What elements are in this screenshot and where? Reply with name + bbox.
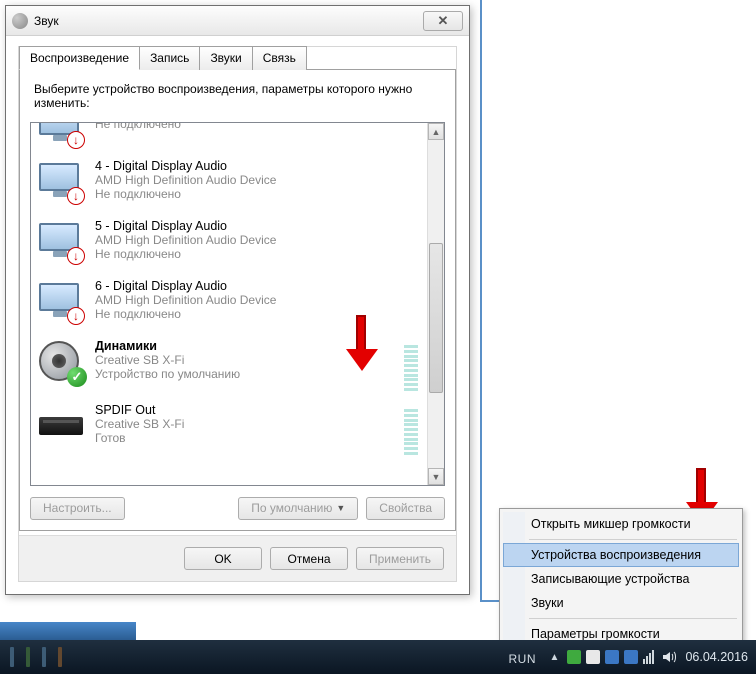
device-text: 4 - Digital Display AudioAMD High Defini… <box>95 159 418 201</box>
tray-context-menu: Открыть микшер громкости Устройства воспр… <box>499 508 743 650</box>
unplugged-badge-icon <box>67 307 85 325</box>
taskbar-item[interactable] <box>26 647 30 667</box>
dialog-button-row: OK Отмена Применить <box>19 535 456 581</box>
language-indicator[interactable]: RUN <box>509 652 537 666</box>
menu-separator <box>529 539 737 540</box>
device-status: Не подключено <box>95 307 418 321</box>
device-name: 5 - Digital Display Audio <box>95 219 418 233</box>
tab-strip: Воспроизведение Запись Звуки Связь <box>19 46 456 70</box>
menu-item[interactable]: Звуки <box>503 591 739 615</box>
tray-app-icon[interactable] <box>605 650 619 664</box>
unplugged-badge-icon <box>67 131 85 149</box>
apply-button[interactable]: Применить <box>356 547 444 570</box>
device-list: AMD High Definition Audio DeviceНе подкл… <box>30 122 445 486</box>
tray-app-icon[interactable] <box>586 650 600 664</box>
device-item[interactable]: SPDIF OutCreative SB X-FiГотов <box>31 397 426 461</box>
device-description: AMD High Definition Audio Device <box>95 233 418 247</box>
set-default-label: По умолчанию <box>251 501 332 515</box>
device-name: SPDIF Out <box>95 403 398 417</box>
spdif-icon <box>39 403 83 447</box>
device-text: 5 - Digital Display AudioAMD High Defini… <box>95 219 418 261</box>
taskbar-item[interactable] <box>10 647 14 667</box>
unplugged-badge-icon <box>67 247 85 265</box>
level-meter <box>404 345 418 391</box>
device-status: Не подключено <box>95 187 418 201</box>
unplugged-badge-icon <box>67 187 85 205</box>
device-text: AMD High Definition Audio DeviceНе подкл… <box>95 123 418 131</box>
device-name: Динамики <box>95 339 398 353</box>
device-description: AMD High Definition Audio Device <box>95 293 418 307</box>
scrollbar[interactable]: ▲ ▼ <box>427 123 444 485</box>
sound-icon <box>12 13 28 29</box>
tab-playback[interactable]: Воспроизведение <box>19 46 140 70</box>
device-description: Creative SB X-Fi <box>95 353 398 367</box>
cancel-button[interactable]: Отмена <box>270 547 348 570</box>
monitor-icon <box>39 279 83 323</box>
device-text: SPDIF OutCreative SB X-FiГотов <box>95 403 398 445</box>
tab-communications[interactable]: Связь <box>252 46 307 70</box>
tray-app-icon[interactable] <box>567 650 581 664</box>
taskbar-item[interactable] <box>58 647 62 667</box>
show-hidden-icons[interactable]: ▲ <box>550 652 560 663</box>
scroll-thumb[interactable] <box>429 243 443 393</box>
close-button[interactable]: ✕ <box>423 11 463 31</box>
device-text: 6 - Digital Display AudioAMD High Defini… <box>95 279 418 321</box>
device-item[interactable]: 5 - Digital Display AudioAMD High Defini… <box>31 213 426 273</box>
menu-separator <box>529 618 737 619</box>
device-text: ДинамикиCreative SB X-FiУстройство по ум… <box>95 339 398 381</box>
monitor-icon <box>39 159 83 203</box>
device-status: Готов <box>95 431 398 445</box>
device-status: Не подключено <box>95 123 418 131</box>
device-description: AMD High Definition Audio Device <box>95 173 418 187</box>
set-default-button[interactable]: По умолчанию ▼ <box>238 497 358 520</box>
sound-dialog: Звук ✕ Воспроизведение Запись Звуки Связ… <box>5 5 470 595</box>
device-item[interactable]: 4 - Digital Display AudioAMD High Defini… <box>31 153 426 213</box>
device-item[interactable]: AMD High Definition Audio DeviceНе подкл… <box>31 123 426 153</box>
volume-icon[interactable] <box>662 650 676 664</box>
dropdown-caret-icon: ▼ <box>336 503 345 513</box>
speaker-icon: ✓ <box>39 339 83 383</box>
default-badge-icon: ✓ <box>67 367 87 387</box>
properties-button[interactable]: Свойства <box>366 497 445 520</box>
monitor-icon <box>39 123 83 147</box>
scroll-up-button[interactable]: ▲ <box>428 123 444 140</box>
tab-recording[interactable]: Запись <box>139 46 200 70</box>
desktop-area <box>0 622 136 640</box>
scroll-down-button[interactable]: ▼ <box>428 468 444 485</box>
device-name: 4 - Digital Display Audio <box>95 159 418 173</box>
menu-item[interactable]: Записывающие устройства <box>503 567 739 591</box>
tray-app-icon[interactable] <box>624 650 638 664</box>
network-icon[interactable] <box>643 650 657 664</box>
device-description: Creative SB X-Fi <box>95 417 398 431</box>
instruction-text: Выберите устройство воспроизведения, пар… <box>34 82 441 110</box>
device-item[interactable]: ✓ ДинамикиCreative SB X-FiУстройство по у… <box>31 333 426 397</box>
window-title: Звук <box>34 14 423 28</box>
menu-item[interactable]: Открыть микшер громкости <box>503 512 739 536</box>
tab-sounds[interactable]: Звуки <box>199 46 252 70</box>
level-meter <box>404 409 418 455</box>
configure-button[interactable]: Настроить... <box>30 497 125 520</box>
device-item[interactable]: 6 - Digital Display AudioAMD High Defini… <box>31 273 426 333</box>
system-tray: ▲ 06.04.2016 <box>550 640 750 674</box>
tray-date[interactable]: 06.04.2016 <box>685 650 748 664</box>
monitor-icon <box>39 219 83 263</box>
taskbar-item[interactable] <box>42 647 46 667</box>
device-name: 6 - Digital Display Audio <box>95 279 418 293</box>
taskbar[interactable]: RUN ▲ 06.04.2016 <box>0 640 756 674</box>
device-status: Не подключено <box>95 247 418 261</box>
ok-button[interactable]: OK <box>184 547 262 570</box>
titlebar[interactable]: Звук ✕ <box>6 6 469 36</box>
device-status: Устройство по умолчанию <box>95 367 398 381</box>
tab-panel-playback: Выберите устройство воспроизведения, пар… <box>19 69 456 531</box>
menu-item[interactable]: Устройства воспроизведения <box>503 543 739 567</box>
